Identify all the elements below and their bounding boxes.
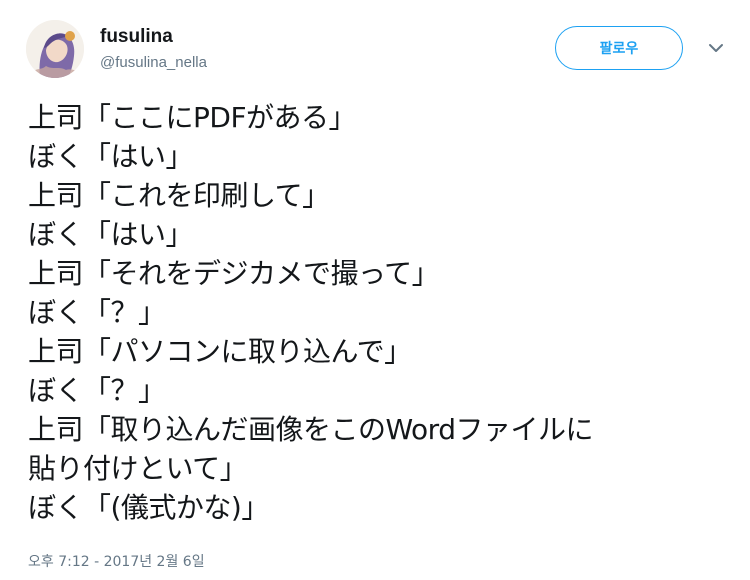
tweet-text: 上司「ここにPDFがある」 ぼく「はい」 上司「これを印刷して」 ぼく「はい」 …	[28, 98, 740, 527]
avatar[interactable]	[26, 20, 84, 78]
tweet-line: 上司「パソコンに取り込んで」	[28, 335, 412, 368]
tweet-line: ぼく「はい」	[28, 218, 194, 251]
avatar-image	[26, 20, 84, 78]
follow-button[interactable]: 팔로우	[555, 26, 683, 70]
display-name[interactable]: fusulina	[100, 26, 207, 48]
tweet-line: ぼく「はい」	[28, 140, 194, 173]
tweet-line: 上司「取り込んだ画像をこのWordファイルに	[28, 413, 593, 446]
user-names: fusulina @fusulina_nella	[100, 26, 207, 73]
tweet-timestamp[interactable]: 오후 7:12 - 2017년 2월 6일	[28, 552, 205, 572]
tweet-line: 上司「それをデジカメで撮って」	[28, 257, 440, 290]
tweet-header: fusulina @fusulina_nella 팔로우	[26, 20, 730, 80]
tweet-line: 貼り付けといて」	[28, 452, 248, 485]
tweet-line: ぼく「(儀式かな)」	[28, 491, 269, 524]
tweet-line: 上司「これを印刷して」	[28, 179, 330, 212]
tweet-line: ぼく「？」	[28, 296, 166, 329]
tweet-line: 上司「ここにPDFがある」	[28, 101, 357, 134]
tweet-line: ぼく「？」	[28, 374, 166, 407]
chevron-down-icon[interactable]	[706, 38, 726, 58]
user-handle[interactable]: @fusulina_nella	[100, 53, 207, 73]
